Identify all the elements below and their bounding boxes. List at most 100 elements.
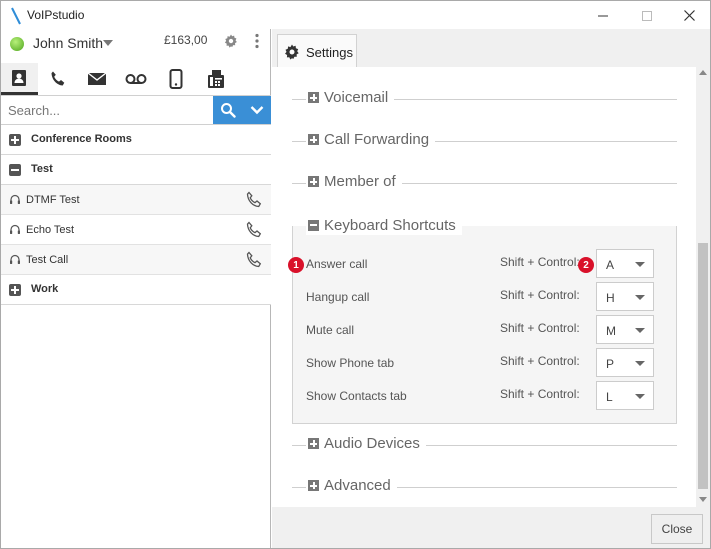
- group-label: Conference Rooms: [31, 133, 132, 145]
- shortcut-modifier: Shift + Control:: [500, 354, 580, 368]
- shortcut-label: Mute call: [306, 323, 355, 337]
- chevron-down-icon: [635, 262, 645, 267]
- close-button[interactable]: Close: [651, 514, 703, 544]
- section-keyboard-shortcuts[interactable]: Keyboard Shortcuts: [306, 215, 462, 235]
- close-icon: [683, 10, 695, 21]
- search-button[interactable]: [213, 96, 242, 124]
- expand-plus-icon[interactable]: [308, 438, 319, 449]
- section-member-of[interactable]: Member of: [292, 173, 677, 193]
- shortcut-key-select[interactable]: M: [596, 315, 654, 344]
- expand-plus-icon[interactable]: [308, 480, 319, 491]
- group-conference-rooms[interactable]: Conference Rooms: [0, 125, 271, 155]
- minimize-button[interactable]: [581, 1, 625, 30]
- shortcut-key-select[interactable]: H: [596, 282, 654, 311]
- shortcut-key-value: L: [606, 390, 613, 404]
- more-options-icon[interactable]: [255, 33, 259, 49]
- shortcut-key-value: H: [606, 291, 615, 305]
- section-title: Keyboard Shortcuts: [324, 216, 456, 234]
- scroll-down-arrow-icon[interactable]: [699, 497, 707, 502]
- section-title: Member of: [324, 173, 396, 190]
- shortcut-key-select[interactable]: A: [596, 249, 654, 278]
- title-bar: VoIPstudio: [0, 0, 711, 30]
- tab-fax[interactable]: [197, 63, 235, 95]
- shortcut-label: Show Contacts tab: [306, 389, 407, 403]
- expand-plus-icon[interactable]: [308, 176, 319, 187]
- gear-icon[interactable]: [224, 34, 238, 48]
- tab-settings[interactable]: Settings: [277, 34, 357, 68]
- section-call-forwarding[interactable]: Call Forwarding: [292, 131, 677, 151]
- contact-name: Echo Test: [26, 224, 75, 236]
- list-item[interactable]: Test Call: [0, 245, 271, 275]
- tab-contacts[interactable]: [0, 63, 38, 95]
- group-label: Test: [31, 163, 53, 175]
- annotation-marker-2: 2: [578, 257, 594, 273]
- contact-name: DTMF Test: [26, 194, 80, 206]
- expand-plus-icon[interactable]: [308, 92, 319, 103]
- list-item[interactable]: DTMF Test: [0, 185, 271, 215]
- account-balance: £163,00: [164, 33, 208, 47]
- shortcut-row-answer: Answer call Shift + Control: A: [292, 249, 677, 279]
- list-item[interactable]: Echo Test: [0, 215, 271, 245]
- shortcut-key-select[interactable]: L: [596, 381, 654, 410]
- contact-list: Conference Rooms Test DTMF Test Echo Tes: [0, 125, 271, 305]
- contact-name: Test Call: [26, 254, 69, 266]
- shortcut-modifier: Shift + Control:: [500, 387, 580, 401]
- section-audio-devices[interactable]: Audio Devices: [292, 435, 677, 455]
- nav-tabs: [0, 63, 271, 95]
- chevron-down-icon: [635, 394, 645, 399]
- tab-mobile[interactable]: [157, 63, 195, 95]
- group-label: Work: [31, 283, 59, 295]
- shortcut-modifier: Shift + Control:: [500, 321, 580, 335]
- expand-plus-icon[interactable]: [9, 134, 21, 146]
- chevron-down-icon: [635, 328, 645, 333]
- chevron-down-icon: [250, 106, 263, 115]
- expand-plus-icon[interactable]: [9, 284, 21, 296]
- vertical-scrollbar[interactable]: [696, 67, 710, 507]
- group-work[interactable]: Work: [0, 275, 271, 305]
- section-title: Audio Devices: [324, 435, 420, 452]
- collapse-minus-icon[interactable]: [9, 164, 21, 176]
- shortcut-row-contacts-tab: Show Contacts tab Shift + Control: L: [292, 381, 677, 411]
- annotation-marker-1: 1: [288, 257, 304, 273]
- tab-voicemail[interactable]: [117, 63, 155, 95]
- settings-content: Voicemail Call Forwarding Member of Keyb…: [272, 67, 696, 507]
- phone-icon[interactable]: [245, 221, 263, 239]
- section-voicemail[interactable]: Voicemail: [292, 89, 677, 109]
- mail-icon: [87, 72, 107, 85]
- shortcut-key-select[interactable]: P: [596, 348, 654, 377]
- scrollbar-thumb[interactable]: [698, 243, 708, 489]
- headset-icon: [10, 224, 20, 234]
- phone-icon[interactable]: [245, 251, 263, 269]
- shortcut-row-mute: Mute call Shift + Control: M: [292, 315, 677, 345]
- scroll-up-arrow-icon[interactable]: [699, 70, 707, 75]
- section-advanced[interactable]: Advanced: [292, 477, 677, 497]
- user-name[interactable]: John Smith: [33, 35, 103, 51]
- window-close-button[interactable]: [667, 1, 711, 30]
- shortcut-modifier: Shift + Control:: [500, 288, 580, 302]
- maximize-button[interactable]: [625, 1, 669, 30]
- shortcut-key-value: P: [606, 357, 615, 371]
- minimize-icon: [598, 15, 608, 16]
- tab-phone[interactable]: [39, 63, 77, 95]
- expand-plus-icon[interactable]: [308, 134, 319, 145]
- fax-icon: [208, 70, 224, 88]
- shortcut-key-value: A: [606, 258, 615, 272]
- filter-dropdown-button[interactable]: [242, 96, 271, 124]
- search-input[interactable]: [0, 96, 212, 124]
- mobile-icon: [169, 69, 183, 89]
- group-test[interactable]: Test: [0, 155, 271, 185]
- collapse-minus-icon[interactable]: [308, 219, 319, 231]
- shortcut-row-hangup: Hangup call Shift + Control: H: [292, 282, 677, 312]
- settings-panel: Settings Voicemail Call Forwarding Membe…: [272, 29, 710, 549]
- chevron-down-icon: [635, 295, 645, 300]
- shortcut-row-phone-tab: Show Phone tab Shift + Control: P: [292, 348, 677, 378]
- search-icon: [220, 103, 236, 118]
- voicemail-icon: [125, 74, 147, 84]
- left-panel: John Smith £163,00 Search... Conference …: [0, 29, 271, 549]
- phone-icon[interactable]: [245, 191, 263, 209]
- shortcut-label: Show Phone tab: [306, 356, 395, 370]
- user-menu-chevron-down-icon[interactable]: [103, 40, 113, 46]
- tab-messages[interactable]: [78, 63, 116, 95]
- headset-icon: [10, 194, 20, 204]
- presence-status-icon[interactable]: [10, 37, 24, 51]
